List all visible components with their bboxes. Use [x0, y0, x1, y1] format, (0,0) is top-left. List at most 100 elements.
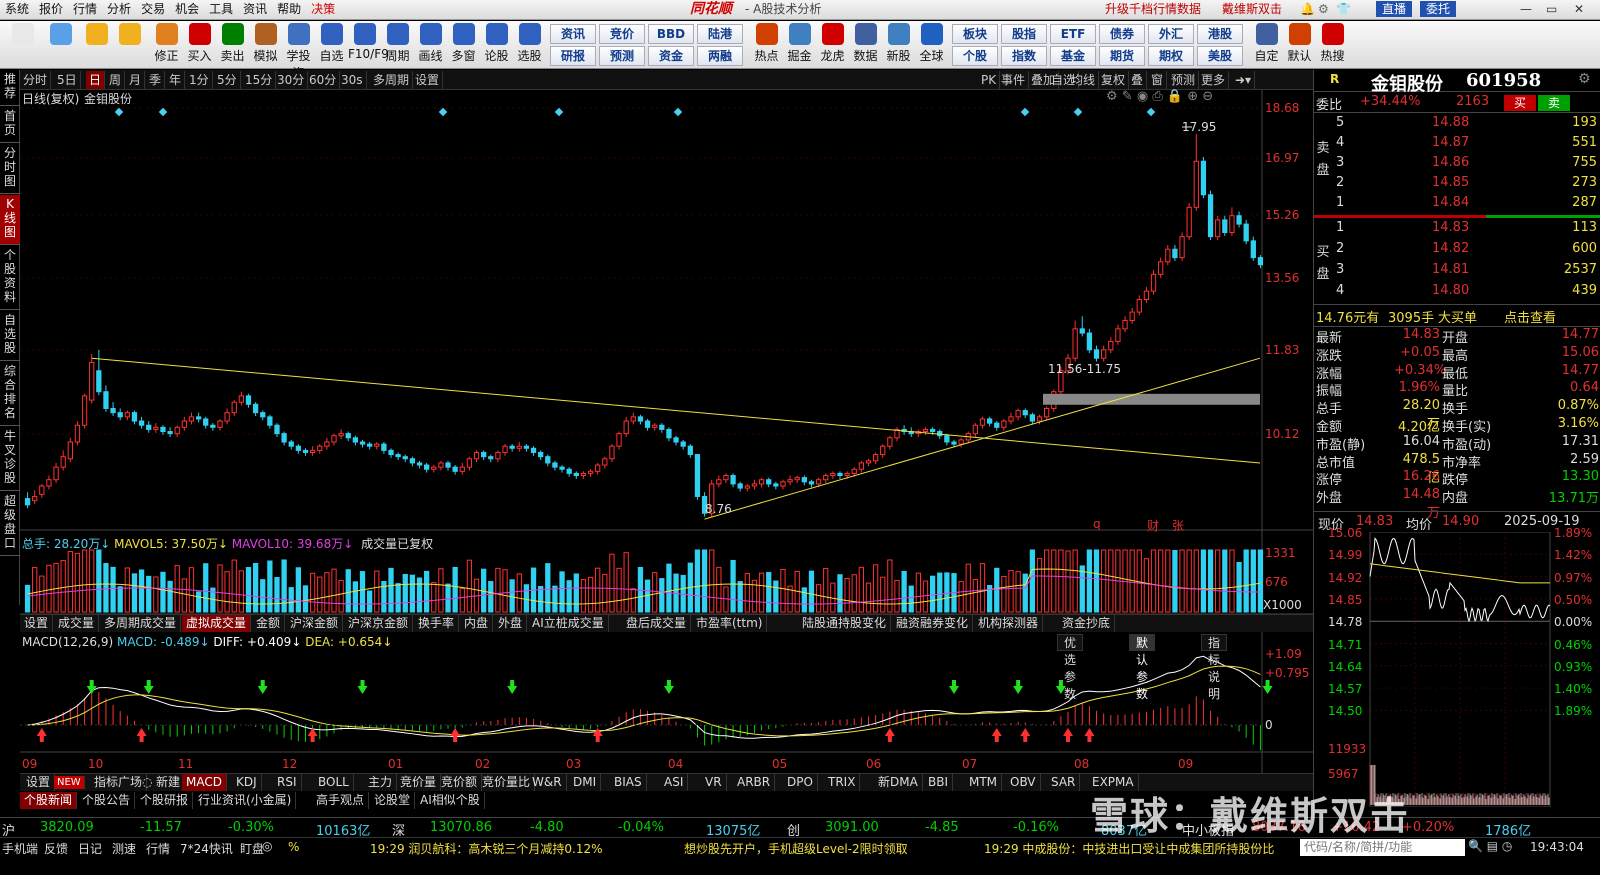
- indicator-tab-2[interactable]: 多周期成交量: [100, 615, 182, 632]
- candle[interactable]: [958, 437, 964, 448]
- new-indicator-button[interactable]: ◌ 新建: [140, 774, 186, 791]
- candle[interactable]: [751, 479, 758, 490]
- candle[interactable]: [716, 475, 722, 488]
- candle[interactable]: [103, 385, 109, 412]
- candle[interactable]: [409, 456, 416, 467]
- upgrade-promo-link[interactable]: 升级千档行情数据: [1105, 0, 1201, 19]
- candle[interactable]: [146, 421, 152, 433]
- trend-line[interactable]: [704, 357, 1261, 520]
- bottom-tab-0[interactable]: 设置: [22, 774, 56, 791]
- toolbar-btn-bottom-1[interactable]: 预测: [599, 46, 645, 66]
- left-nav-item-2[interactable]: 分时图: [0, 144, 20, 194]
- candle[interactable]: [181, 416, 187, 431]
- chart-option-0[interactable]: PK: [978, 71, 1001, 89]
- candle[interactable]: [1207, 190, 1214, 241]
- candle[interactable]: [81, 393, 88, 429]
- candle[interactable]: [374, 442, 380, 450]
- candle[interactable]: [830, 471, 836, 479]
- indicator-tab-10[interactable]: AI立桩成交量: [528, 615, 609, 632]
- toolbar-back-arrow-button[interactable]: [80, 23, 113, 67]
- ticker-item-4[interactable]: 行情: [146, 840, 170, 857]
- candle[interactable]: [801, 475, 807, 486]
- user-name[interactable]: 戴维斯双击: [1222, 0, 1282, 19]
- chart-option-1[interactable]: 事件: [998, 71, 1030, 89]
- candle[interactable]: [1072, 320, 1078, 362]
- expand-arrow-icon[interactable]: ➜▾: [1232, 71, 1256, 89]
- chart-area[interactable]: [20, 90, 1313, 773]
- toolbar-btn-bottom-3[interactable]: 两融: [697, 46, 743, 66]
- candle[interactable]: [1022, 408, 1028, 419]
- toolbar-clock-button[interactable]: 周期: [381, 23, 414, 67]
- news-tab-5[interactable]: 论股堂: [370, 792, 416, 809]
- candle[interactable]: [666, 427, 672, 442]
- bottom-tab-20[interactable]: 新DMA: [874, 774, 923, 791]
- chart-option-5[interactable]: 复权: [1098, 71, 1130, 89]
- candle[interactable]: [566, 467, 572, 477]
- candle[interactable]: [538, 450, 544, 461]
- candle[interactable]: [687, 444, 693, 458]
- period-8[interactable]: 5分: [214, 71, 241, 89]
- candle[interactable]: [153, 423, 159, 433]
- left-nav-item-6[interactable]: 综合排名: [0, 362, 20, 426]
- candle[interactable]: [1229, 207, 1235, 236]
- indicator-tab-9[interactable]: 外盘: [494, 615, 528, 632]
- news-tab-1[interactable]: 个股公告: [78, 792, 136, 809]
- toolbar-market-top-1[interactable]: 股指: [1001, 24, 1047, 44]
- toolbar-market-top-0[interactable]: 板块: [952, 24, 998, 44]
- event-marker-rise[interactable]: 张: [1172, 517, 1184, 534]
- panel-settings-icon[interactable]: ⚙: [1578, 71, 1591, 87]
- candle[interactable]: [438, 460, 444, 471]
- candle[interactable]: [338, 429, 344, 440]
- ticker-news-3[interactable]: 19:29 中成股份：中技进出口受让中成集团所持股份比: [984, 840, 1274, 857]
- toolbar-home-button[interactable]: 默认: [1283, 23, 1316, 67]
- candle[interactable]: [309, 446, 316, 456]
- macd-btn-1[interactable]: 默认参数: [1129, 634, 1156, 701]
- candle[interactable]: [787, 475, 793, 486]
- toolbar-windows-button[interactable]: 多窗: [447, 23, 480, 67]
- candle[interactable]: [1150, 270, 1157, 295]
- candle[interactable]: [388, 448, 394, 458]
- candle[interactable]: [431, 465, 437, 473]
- bottom-tab-14[interactable]: BIAS: [610, 774, 647, 791]
- candle[interactable]: [808, 479, 815, 488]
- candle[interactable]: [1108, 337, 1114, 354]
- news-tab-2[interactable]: 个股研报: [136, 792, 194, 809]
- settings-icon[interactable]: ⚙: [1318, 0, 1329, 19]
- index-quote[interactable]: 沪 3820.09 -11.57 -0.30% 10163亿: [0, 818, 390, 839]
- left-nav-item-1[interactable]: 首页: [0, 107, 20, 143]
- candle[interactable]: [459, 462, 465, 475]
- toolbar-btn-top-3[interactable]: 陆港: [697, 24, 743, 44]
- event-diamond-marker[interactable]: [114, 107, 124, 117]
- toolbar-pe-button[interactable]: 数据: [849, 23, 882, 67]
- menu-item-9[interactable]: 决策: [306, 0, 340, 19]
- candle[interactable]: [195, 412, 202, 423]
- indicator-tab-7[interactable]: 换手率: [414, 615, 460, 632]
- left-nav-item-4[interactable]: 个股资料: [0, 246, 20, 310]
- candle[interactable]: [210, 423, 216, 431]
- candle[interactable]: [1029, 412, 1036, 425]
- candle[interactable]: [402, 454, 408, 463]
- bottom-tab-10[interactable]: 竞价额: [437, 774, 483, 791]
- candle[interactable]: [637, 414, 644, 425]
- candle[interactable]: [609, 444, 615, 463]
- toolbar-btn-bottom-0[interactable]: 研报: [550, 46, 596, 66]
- event-marker-q[interactable]: q: [1093, 517, 1101, 531]
- toolbar-robot-button[interactable]: [42, 23, 80, 67]
- candle[interactable]: [203, 416, 209, 429]
- toolbar-grid-button[interactable]: [4, 23, 42, 67]
- candle[interactable]: [345, 431, 351, 442]
- candle[interactable]: [1165, 245, 1171, 266]
- candle[interactable]: [124, 410, 130, 421]
- event-diamond-marker[interactable]: [1020, 107, 1030, 117]
- toolbar-star-button[interactable]: 自选: [315, 23, 348, 67]
- toolbar-custom-button[interactable]: 自定: [1250, 23, 1283, 67]
- toolbar-dragon-button[interactable]: 龙虎: [816, 23, 849, 67]
- candle[interactable]: [288, 439, 294, 450]
- candle[interactable]: [865, 458, 872, 467]
- candle[interactable]: [595, 462, 601, 475]
- candle[interactable]: [766, 477, 772, 488]
- candle[interactable]: [773, 481, 779, 490]
- period-7[interactable]: 1分: [186, 71, 213, 89]
- toolbar-market-bottom-4[interactable]: 期权: [1148, 46, 1194, 66]
- menu-item-0[interactable]: 系统: [0, 0, 34, 19]
